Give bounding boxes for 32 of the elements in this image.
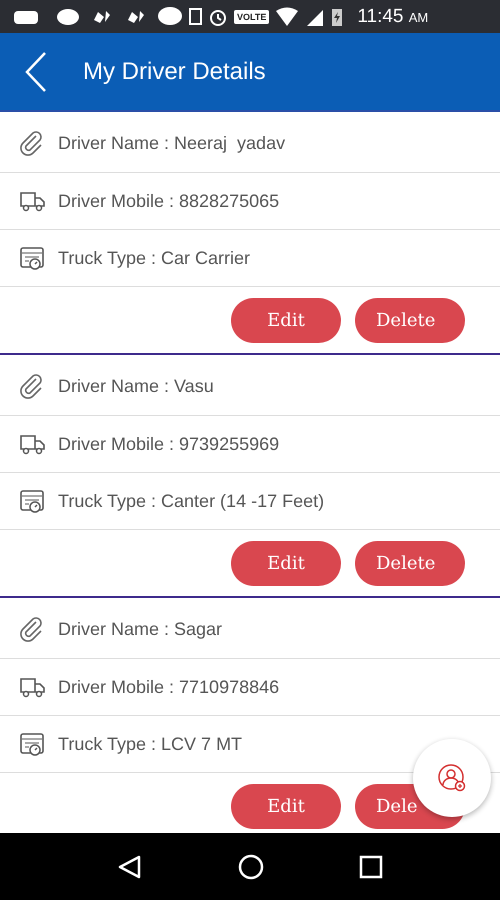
edit-button[interactable]: Edit <box>231 298 341 342</box>
calendar-clock-icon <box>19 488 45 514</box>
truck-icon <box>19 190 45 212</box>
battery-icon <box>331 6 344 26</box>
volte-badge: VOLTE <box>234 10 270 24</box>
truck-type-text: Truck Type : Car Carrier <box>58 248 250 268</box>
clock-text: 11:45 AM <box>357 6 428 28</box>
driver-name-text: Driver Name : Neeraj yadav <box>58 132 286 154</box>
page-title: My Driver Details <box>83 58 266 86</box>
recents-nav-icon[interactable] <box>358 854 383 878</box>
calendar-clock-icon <box>19 731 45 757</box>
wifi-icon <box>275 6 300 26</box>
edit-button[interactable]: Edit <box>231 540 341 586</box>
paperclip-icon <box>19 373 45 399</box>
delete-button[interactable]: Delete <box>355 540 465 586</box>
driver-name-text: Driver Name : Vasu <box>58 376 214 396</box>
delete-button[interactable]: Delete <box>355 298 465 342</box>
truck-icon <box>19 676 45 698</box>
back-nav-icon[interactable] <box>117 854 144 880</box>
truck-type-text: Truck Type : LCV 7 MT <box>58 734 242 754</box>
driver-mobile-text: Driver Mobile : 8828275065 <box>58 190 280 212</box>
driver-mobile-text: Driver Mobile : 7710978846 <box>58 676 280 698</box>
home-nav-icon[interactable] <box>238 854 264 880</box>
truck-type-text: Truck Type : Canter (14 -17 Feet) <box>58 490 324 512</box>
edit-button[interactable]: Edit <box>231 784 341 828</box>
add-person-icon <box>437 763 467 793</box>
calendar-clock-icon <box>19 245 45 271</box>
driver-name-text: Driver Name : Sagar <box>58 618 222 640</box>
paperclip-icon <box>19 130 45 156</box>
driver-mobile-text: Driver Mobile : 9739255969 <box>58 434 280 454</box>
truck-icon <box>19 433 45 455</box>
paperclip-icon <box>19 616 45 642</box>
